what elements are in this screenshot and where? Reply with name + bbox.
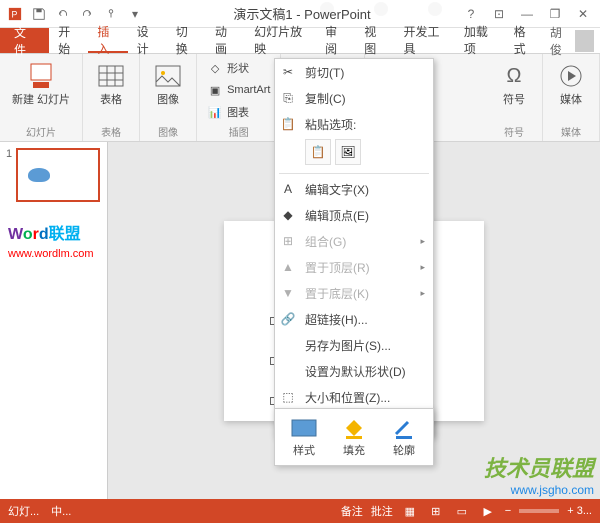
outline-icon	[390, 416, 418, 440]
smartart-icon: ▣	[207, 82, 223, 98]
image-icon	[152, 60, 184, 92]
cm-edit-text[interactable]: A编辑文字(X)	[275, 176, 433, 202]
tab-review[interactable]: 审阅	[316, 28, 355, 53]
smartart-button[interactable]: ▣SmartArt	[205, 80, 272, 100]
close-icon[interactable]: ✕	[570, 3, 596, 25]
image-button[interactable]: 图像	[148, 58, 188, 109]
cm-edit-points[interactable]: ◆编辑顶点(E)	[275, 202, 433, 228]
table-button[interactable]: 表格	[91, 58, 131, 109]
redo-icon[interactable]	[76, 3, 98, 25]
zoom-slider[interactable]	[519, 509, 559, 513]
cm-save-as-pic[interactable]: 另存为图片(S)...	[275, 332, 433, 358]
statusbar: 幻灯... 中... 备注 批注 ▦ ⊞ ▭ ▶ − + 3...	[0, 499, 600, 523]
tab-insert[interactable]: 插入	[88, 28, 127, 53]
new-slide-icon	[25, 60, 57, 92]
tab-slideshow[interactable]: 幻灯片放映	[245, 28, 316, 53]
tab-animation[interactable]: 动画	[206, 28, 245, 53]
table-icon	[95, 60, 127, 92]
file-tab[interactable]: 文件	[0, 28, 49, 53]
chart-icon: 📊	[207, 104, 223, 120]
mini-toolbar: 样式 填充 轮廓	[274, 408, 434, 466]
tab-format[interactable]: 格式	[505, 28, 544, 53]
cm-send-back: ▼置于底层(K)▸	[275, 280, 433, 306]
minimize-icon[interactable]: —	[514, 3, 540, 25]
view-sorter-icon[interactable]: ⊞	[427, 502, 445, 520]
style-icon	[290, 416, 318, 440]
group-symbol-label: 符号	[504, 124, 524, 139]
svg-text:P: P	[12, 9, 18, 19]
ribbon-display-icon[interactable]: ⊡	[486, 3, 512, 25]
symbol-button[interactable]: Ω 符号	[494, 58, 534, 109]
cm-set-default[interactable]: 设置为默认形状(D)	[275, 358, 433, 384]
avatar	[575, 30, 594, 52]
size-icon: ⬚	[279, 388, 297, 406]
group-icon: ⊞	[279, 232, 297, 250]
context-menu: ✂剪切(T) ⎘复制(C) 📋粘贴选项: 📋 🖼 A编辑文字(X) ◆编辑顶点(…	[274, 58, 434, 437]
paste-option-2[interactable]: 🖼	[335, 139, 361, 165]
restore-icon[interactable]: ❐	[542, 3, 568, 25]
group-image-label: 图像	[158, 124, 178, 139]
qat-more-icon[interactable]: ▾	[124, 3, 146, 25]
symbol-icon: Ω	[498, 60, 530, 92]
group-media-label: 媒体	[561, 124, 581, 139]
ribbon-tabs: 文件 开始 插入 设计 切换 动画 幻灯片放映 审阅 视图 开发工具 加载项 格…	[0, 28, 600, 54]
sb-zoom[interactable]: + 3...	[567, 505, 592, 517]
touch-icon[interactable]	[100, 3, 122, 25]
sb-comments[interactable]: 批注	[371, 503, 393, 519]
view-slideshow-icon[interactable]: ▶	[479, 502, 497, 520]
cut-icon: ✂	[279, 63, 297, 81]
tab-design[interactable]: 设计	[128, 28, 167, 53]
ppt-icon: P	[4, 3, 26, 25]
cm-cut[interactable]: ✂剪切(T)	[275, 59, 433, 85]
tab-transition[interactable]: 切换	[167, 28, 206, 53]
slide-panel: 1	[0, 142, 108, 499]
mt-outline[interactable]: 轮廓	[390, 416, 418, 458]
edit-text-icon: A	[279, 180, 297, 198]
view-reading-icon[interactable]: ▭	[453, 502, 471, 520]
edit-points-icon: ◆	[279, 206, 297, 224]
tab-addins[interactable]: 加载项	[455, 28, 505, 53]
sb-notes[interactable]: 备注	[341, 503, 363, 519]
paste-icon: 📋	[279, 115, 297, 133]
view-normal-icon[interactable]: ▦	[401, 502, 419, 520]
cm-hyperlink[interactable]: 🔗超链接(H)...	[275, 306, 433, 332]
cm-size-pos[interactable]: ⬚大小和位置(Z)...	[275, 384, 433, 410]
new-slide-button[interactable]: 新建 幻灯片	[8, 58, 74, 109]
thumb-cloud-shape	[28, 168, 50, 182]
save-icon[interactable]	[28, 3, 50, 25]
slide-number: 1	[6, 148, 12, 202]
send-back-icon: ▼	[279, 284, 297, 302]
user-name[interactable]: 胡俊	[544, 28, 600, 53]
bring-front-icon: ▲	[279, 258, 297, 276]
group-illus-label: 插图	[229, 124, 249, 139]
slide-thumbnail[interactable]	[16, 148, 100, 202]
cm-group: ⊞组合(G)▸	[275, 228, 433, 254]
mt-fill[interactable]: 填充	[340, 416, 368, 458]
tab-home[interactable]: 开始	[49, 28, 88, 53]
media-icon	[555, 60, 587, 92]
watermark: Word联盟 www.wordlm.com	[8, 220, 94, 262]
shapes-icon: ◇	[207, 60, 223, 76]
cm-paste-label: 📋粘贴选项:	[275, 111, 433, 137]
sb-lang[interactable]: 中...	[51, 503, 71, 519]
help-icon[interactable]: ?	[458, 3, 484, 25]
paste-option-1[interactable]: 📋	[305, 139, 331, 165]
undo-icon[interactable]	[52, 3, 74, 25]
mt-style[interactable]: 样式	[290, 416, 318, 458]
tab-developer[interactable]: 开发工具	[394, 28, 454, 53]
cm-bring-front: ▲置于顶层(R)▸	[275, 254, 433, 280]
group-table-label: 表格	[101, 124, 121, 139]
group-slides-label: 幻灯片	[26, 124, 56, 139]
fill-icon	[340, 416, 368, 440]
copy-icon: ⎘	[279, 89, 297, 107]
corner-logo: 技术员联盟 www.jsgho.com	[484, 451, 594, 497]
chart-button[interactable]: 📊图表	[205, 102, 251, 122]
sb-zoom-out[interactable]: −	[505, 505, 511, 517]
media-button[interactable]: 媒体	[551, 58, 591, 109]
sb-slide[interactable]: 幻灯...	[8, 503, 39, 519]
shapes-button[interactable]: ◇形状	[205, 58, 251, 78]
cm-copy[interactable]: ⎘复制(C)	[275, 85, 433, 111]
hyperlink-icon: 🔗	[279, 310, 297, 328]
tab-view[interactable]: 视图	[355, 28, 394, 53]
